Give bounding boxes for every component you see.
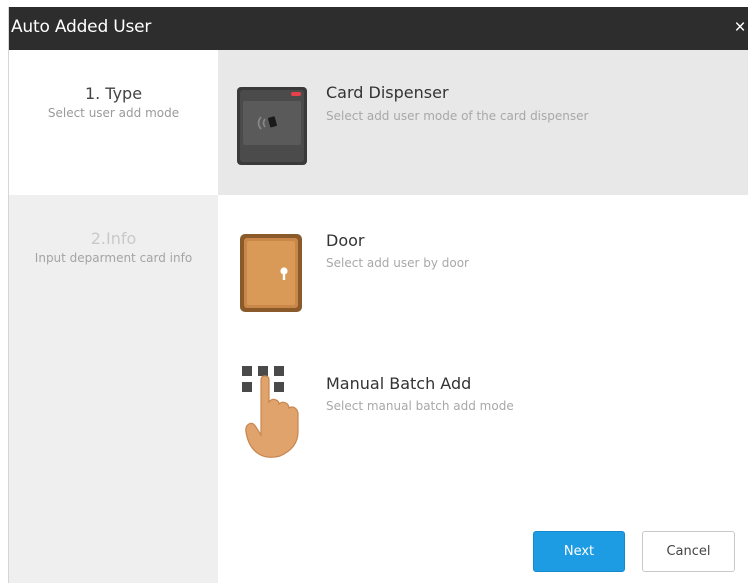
cancel-button[interactable]: Cancel (642, 531, 735, 572)
option-door-desc: Select add user by door (326, 256, 469, 270)
door-icon (240, 234, 302, 317)
close-icon[interactable]: × (733, 18, 747, 38)
step-info-title: 2.Info (90, 229, 137, 248)
option-manual-batch-add-desc: Select manual batch add mode (326, 399, 514, 413)
option-door[interactable]: Door Select add user by door (218, 195, 748, 340)
step-type: 1. Type Select user add mode (9, 50, 218, 195)
hand-keypad-icon (242, 366, 302, 463)
card-dispenser-icon (237, 87, 307, 170)
dialog-title: Auto Added User (11, 17, 152, 37)
step-type-subtitle: Select user add mode (47, 106, 180, 120)
auto-added-user-dialog: Auto Added User × 1. Type Select user ad… (8, 7, 748, 583)
step-type-title: 1. Type (84, 84, 143, 103)
option-manual-batch-add-title: Manual Batch Add (326, 374, 472, 393)
option-door-title: Door (326, 231, 365, 250)
next-button[interactable]: Next (533, 531, 625, 572)
step-info: 2.Info Input deparment card info (9, 195, 218, 583)
step-info-subtitle: Input deparment card info (34, 251, 193, 265)
option-card-dispenser[interactable]: Card Dispenser Select add user mode of t… (218, 50, 748, 195)
option-card-dispenser-desc: Select add user mode of the card dispens… (326, 109, 589, 123)
dialog-titlebar: Auto Added User × (9, 7, 748, 50)
option-card-dispenser-title: Card Dispenser (326, 83, 449, 102)
step-sidebar: 1. Type Select user add mode 2.Info Inpu… (9, 50, 218, 583)
add-mode-options: Card Dispenser Select add user mode of t… (218, 50, 748, 583)
option-manual-batch-add[interactable]: Manual Batch Add Select manual batch add… (218, 340, 748, 480)
